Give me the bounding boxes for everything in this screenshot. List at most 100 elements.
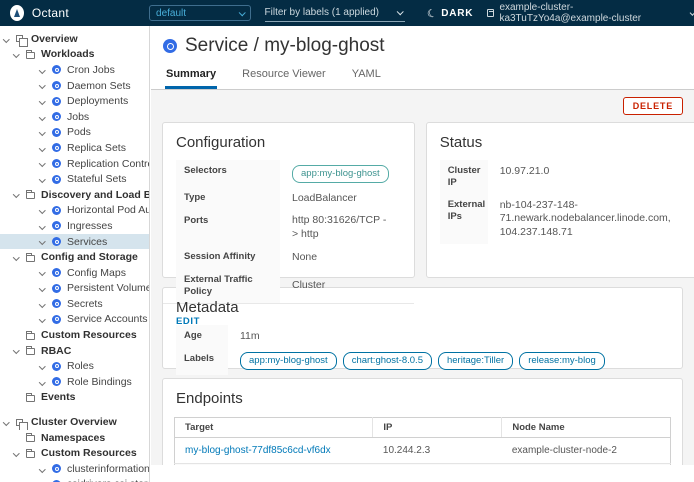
label-filter-input[interactable] <box>265 7 397 18</box>
tab-resource-viewer[interactable]: Resource Viewer <box>241 66 327 89</box>
crd-icon <box>52 464 61 473</box>
chevron-down-icon[interactable] <box>40 302 52 307</box>
configuration-card: Configuration Selectors app:my-blog-ghos… <box>162 122 415 278</box>
sidebar-item-workloads[interactable]: Workloads <box>0 47 149 63</box>
sidebar-item-service-accounts[interactable]: Service Accounts <box>0 312 149 328</box>
label-chip: app:my-blog-ghost <box>240 352 337 370</box>
chevron-down-icon[interactable] <box>40 115 52 120</box>
tab-label: Summary <box>166 68 216 80</box>
namespace-select[interactable]: default <box>149 5 251 21</box>
sidebar-item-persistent-volume-claims[interactable]: Persistent Volume Claims <box>0 281 149 297</box>
chevron-down-icon[interactable] <box>40 239 52 244</box>
tab-bar: Summary Resource Viewer YAML <box>163 66 682 89</box>
chevron-down-icon[interactable] <box>40 224 52 229</box>
labels-chip-list: app:my-blog-ghost chart:ghost-8.0.5 heri… <box>228 348 669 375</box>
sidebar-item-daemon-sets[interactable]: Daemon Sets <box>0 78 149 94</box>
sidebar-item-services[interactable]: Services <box>0 234 149 250</box>
sidebar-item-cluster-overview[interactable]: Cluster Overview <box>0 414 149 430</box>
sidebar-item-replication-controllers[interactable]: Replication Controllers <box>0 156 149 172</box>
moon-icon: ☾ <box>425 5 439 20</box>
tab-yaml[interactable]: YAML <box>351 66 382 89</box>
sidebar-item-role-bindings[interactable]: Role Bindings <box>0 374 149 390</box>
chevron-down-icon[interactable] <box>14 395 26 400</box>
chevron-down-icon[interactable] <box>40 286 52 291</box>
age-value: 11m <box>228 325 669 348</box>
cluster-context-menu[interactable]: example-cluster-ka3TuTzYo4a@example-clus… <box>487 2 694 24</box>
tab-summary[interactable]: Summary <box>165 66 217 89</box>
sidebar-item-label: Persistent Volume Claims <box>67 282 149 294</box>
sidebar-item-deployments[interactable]: Deployments <box>0 93 149 109</box>
chevron-down-icon[interactable] <box>14 451 26 456</box>
sidebar-item-roles[interactable]: Roles <box>0 358 149 374</box>
replicaset-icon <box>52 143 61 152</box>
theme-toggle[interactable]: ☾ DARK <box>427 7 474 20</box>
chevron-down-icon[interactable] <box>40 364 52 369</box>
sidebar-item-label: clusterinformations.crd.projec <box>67 463 149 475</box>
sidebar-item-custom-resources[interactable]: Custom Resources <box>0 327 149 343</box>
chevron-down-icon[interactable] <box>40 380 52 385</box>
chevron-down-icon[interactable] <box>40 161 52 166</box>
pvc-icon <box>52 284 61 293</box>
sidebar-item-replica-sets[interactable]: Replica Sets <box>0 140 149 156</box>
sidebar-item-pods[interactable]: Pods <box>0 125 149 141</box>
endpoints-table: Target IP Node Name my-blog-ghost-77df85… <box>174 417 671 464</box>
chevron-down-icon[interactable] <box>40 177 52 182</box>
sidebar-item-discovery-and-load-balancing[interactable]: Discovery and Load Balancing <box>0 187 149 203</box>
chevron-down-icon[interactable] <box>40 208 52 213</box>
chevron-down-icon[interactable] <box>40 467 52 472</box>
sidebar-item-csidrivers[interactable]: csidrivers.csi.storage.k8s.io <box>0 477 149 482</box>
endpoints-card: Endpoints Target IP Node Name my-blog-gh… <box>162 378 683 465</box>
age-label: Age <box>176 325 228 348</box>
chevron-down-icon[interactable] <box>40 68 52 73</box>
sidebar-item-config-and-storage[interactable]: Config and Storage <box>0 249 149 265</box>
sidebar-item-clusterinformations[interactable]: clusterinformations.crd.projec <box>0 461 149 477</box>
folder-icon <box>26 451 35 458</box>
sidebar-item-cluster-custom-resources[interactable]: Custom Resources <box>0 445 149 461</box>
app-title: Octant <box>32 6 69 20</box>
cluster-ip-value: 10.97.21.0 <box>488 160 683 194</box>
chevron-down-icon[interactable] <box>40 146 52 151</box>
secret-icon <box>52 299 61 308</box>
sidebar-item-overview[interactable]: Overview <box>0 31 149 47</box>
column-header-target: Target <box>175 418 373 438</box>
navigation-sidebar: Overview Workloads Cron Jobs Daemon Sets… <box>0 26 150 482</box>
chevron-down-icon[interactable] <box>40 130 52 135</box>
chevron-down-icon[interactable] <box>40 99 52 104</box>
page-header: Service / my-blog-ghost Summary Resource… <box>151 26 694 89</box>
sidebar-item-jobs[interactable]: Jobs <box>0 109 149 125</box>
sidebar-item-label: Services <box>67 236 107 248</box>
sidebar-item-label: RBAC <box>41 345 71 357</box>
sidebar-item-label: Deployments <box>67 95 128 107</box>
sidebar-item-rbac[interactable]: RBAC <box>0 343 149 359</box>
sidebar-item-horizontal-pod-autoscalers[interactable]: Horizontal Pod Autoscalers <box>0 203 149 219</box>
sidebar-item-label: Replication Controllers <box>67 158 149 170</box>
delete-button[interactable]: DELETE <box>623 97 683 115</box>
chevron-down-icon[interactable] <box>14 255 26 260</box>
chevron-down-icon[interactable] <box>14 348 26 353</box>
chevron-down-icon[interactable] <box>40 317 52 322</box>
sidebar-item-ingresses[interactable]: Ingresses <box>0 218 149 234</box>
endpoint-ip: 10.244.2.3 <box>373 438 502 464</box>
chevron-down-icon[interactable] <box>14 333 26 338</box>
hpa-icon <box>52 206 61 215</box>
sidebar-item-events[interactable]: Events <box>0 390 149 406</box>
sidebar-item-label: Custom Resources <box>41 447 137 459</box>
chevron-down-icon[interactable] <box>396 8 403 15</box>
sidebar-item-secrets[interactable]: Secrets <box>0 296 149 312</box>
chevron-down-icon[interactable] <box>14 52 26 57</box>
folder-icon <box>26 435 35 442</box>
chevron-down-icon[interactable] <box>40 83 52 88</box>
sidebar-item-namespaces[interactable]: Namespaces <box>0 430 149 446</box>
chevron-down-icon[interactable] <box>4 37 16 42</box>
sidebar-item-stateful-sets[interactable]: Stateful Sets <box>0 171 149 187</box>
chevron-down-icon[interactable] <box>40 270 52 275</box>
label-filter <box>265 4 405 22</box>
chevron-down-icon[interactable] <box>4 420 16 425</box>
sidebar-item-config-maps[interactable]: Config Maps <box>0 265 149 281</box>
session-affinity-label: Session Affinity <box>176 246 280 269</box>
chevron-down-icon[interactable] <box>14 192 26 197</box>
endpoint-target-link[interactable]: my-blog-ghost-77df85c6cd-vf6dx <box>185 445 331 456</box>
chevron-down-icon[interactable] <box>14 435 26 440</box>
sidebar-item-cron-jobs[interactable]: Cron Jobs <box>0 62 149 78</box>
status-card: Status Cluster IP 10.97.21.0 External IP… <box>426 122 694 278</box>
